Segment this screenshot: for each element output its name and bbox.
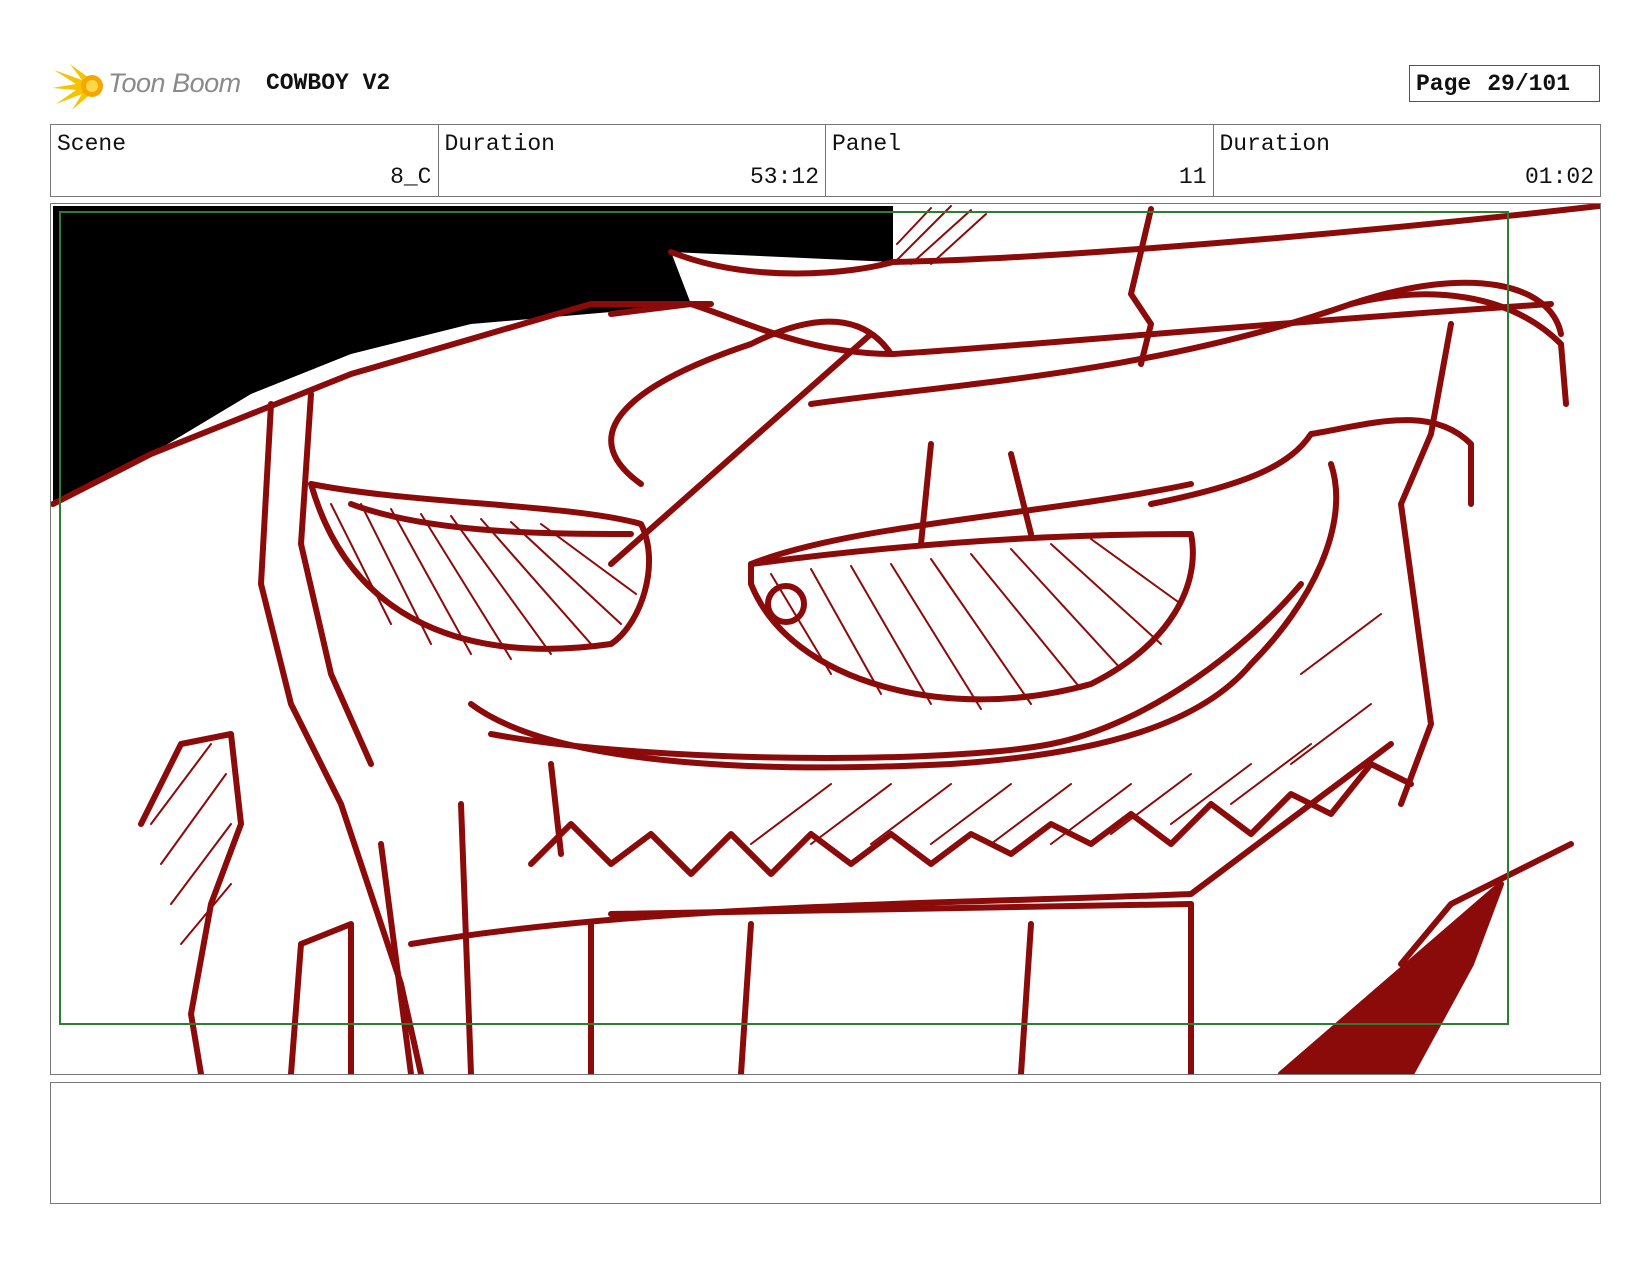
scene-value: 8_C	[390, 164, 432, 190]
scene-duration-value: 53:12	[749, 164, 819, 190]
panel-info-row: Scene 8_C Duration 53:12 Panel 11 Durati…	[50, 124, 1601, 197]
panel-label: Panel	[832, 131, 902, 157]
storyboard-panel	[50, 203, 1601, 1075]
cheek-right	[1148, 417, 1474, 507]
panel-value: 11	[1178, 164, 1207, 190]
panel-cell: Panel 11	[826, 125, 1214, 196]
eye-right-hatch	[770, 538, 1182, 710]
sketch-group	[51, 204, 1600, 1074]
panel-duration-cell: Duration 01:02	[1214, 125, 1601, 196]
fg-right-shadow	[1278, 881, 1504, 1074]
dark-sky-shape	[53, 206, 893, 504]
teeth	[528, 761, 1414, 877]
chest-hatch	[750, 613, 1382, 845]
nose-center	[918, 441, 1034, 547]
page-label: Page	[1416, 70, 1472, 97]
scene-duration-cell: Duration 53:12	[439, 125, 826, 196]
mustache	[468, 461, 1340, 771]
toon-boom-logo: Toon Boom	[52, 58, 252, 114]
page-number: 29/101	[1487, 70, 1571, 97]
scene-cell: Scene 8_C	[51, 125, 439, 196]
scene-label: Scene	[57, 131, 127, 157]
sketch-drawing	[51, 204, 1600, 1074]
eye-right-top	[748, 481, 1194, 567]
scene-duration-label: Duration	[444, 131, 555, 157]
hat-band	[1128, 206, 1154, 367]
logo-wordmark: Toon Boom	[108, 68, 241, 98]
nose-bridge	[608, 331, 874, 567]
face-right-edge	[1398, 321, 1454, 807]
eye-right-pupil	[765, 583, 807, 625]
page-indicator: Page 29/101	[1409, 65, 1600, 102]
panel-duration-value: 01:02	[1524, 164, 1594, 190]
table-legs	[588, 901, 1194, 1074]
panel-duration-label: Duration	[1219, 131, 1330, 157]
notes-box[interactable]	[50, 1082, 1601, 1204]
project-title: COWBOY V2	[266, 70, 391, 96]
starburst-icon	[52, 64, 103, 110]
fg-bottle	[288, 921, 354, 1074]
nose	[608, 318, 894, 487]
hatching	[892, 205, 987, 265]
